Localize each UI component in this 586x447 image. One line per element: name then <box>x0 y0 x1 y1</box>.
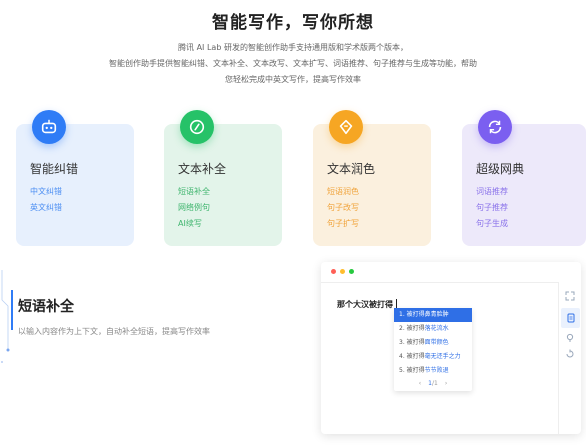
feature-link[interactable]: 词语推荐 <box>476 184 508 200</box>
demo-window: 那个大汉被打得 1. 被打得鼻青脸肿 2. 被打得落花流水 3. 被打得面带颜色… <box>321 262 581 434</box>
robot-icon <box>32 110 66 144</box>
next-page-button[interactable]: › <box>445 380 447 387</box>
feature-link[interactable]: 短语润色 <box>327 184 359 200</box>
suggestion-prefix: 被打得 <box>406 353 425 360</box>
suggestion-item[interactable]: 2. 被打得落花流水 <box>394 322 472 336</box>
side-toolbar <box>558 282 581 434</box>
suggestion-item[interactable]: 1. 被打得鼻青脸肿 <box>394 308 472 322</box>
document-icon[interactable] <box>561 308 580 328</box>
section-description: 以输入内容作为上下文，自动补全短语，提高写作效率 <box>18 327 210 336</box>
feature-link[interactable]: 中文纠错 <box>30 184 62 200</box>
feature-card-text-completion: 文本补全 短语补全 网络例句 AI续写 <box>164 110 282 246</box>
expand-icon[interactable] <box>564 290 576 302</box>
feature-link[interactable]: 句子推荐 <box>476 200 508 216</box>
page-title: 智能写作，写你所想 <box>212 13 374 33</box>
feature-link[interactable]: 句子改写 <box>327 200 359 216</box>
intro-line: 腾讯 AI Lab 研发的智能创作助手支持通用版和学术版两个版本， <box>178 43 408 52</box>
text-caret <box>396 299 397 308</box>
refresh-icon <box>478 110 512 144</box>
intro-line: 智能创作助手提供智能纠错、文本补全、文本改写、文本扩写、词语推荐、句子推荐与生成… <box>109 59 477 68</box>
edit-circle-icon <box>180 110 214 144</box>
minimize-dot <box>340 269 345 274</box>
suggestion-number: 2. <box>399 325 405 332</box>
feature-card-text-polish: 文本润色 短语润色 句子改写 句子扩写 <box>313 110 431 246</box>
intro-line: 您轻松完成中英文写作，提高写作效率 <box>225 75 361 84</box>
feature-card-title: 智能纠错 <box>30 162 79 176</box>
circuit-decoration <box>1 270 13 363</box>
bulb-icon[interactable] <box>564 332 576 344</box>
suggestion-prefix: 被打得 <box>406 311 425 318</box>
total-pages: 1 <box>434 380 438 387</box>
intro-text: 腾讯 AI Lab 研发的智能创作助手支持通用版和学术版两个版本， 智能创作助手… <box>60 40 526 88</box>
pen-diamond-icon <box>329 110 363 144</box>
suggestion-item[interactable]: 3. 被打得面带颜色 <box>394 336 472 350</box>
editor-input-text: 那个大汉被打得 <box>337 300 393 309</box>
feature-card-super-dictionary: 超级网典 词语推荐 句子推荐 句子生成 <box>462 110 586 246</box>
suggestion-number: 1. <box>399 311 405 318</box>
undo-icon[interactable] <box>564 348 576 360</box>
suggestion-popup: 1. 被打得鼻青脸肿 2. 被打得落花流水 3. 被打得面带颜色 4. 被打得毫… <box>394 308 472 391</box>
close-dot <box>331 269 336 274</box>
feature-link[interactable]: 网络例句 <box>178 200 210 216</box>
section-title: 短语补全 <box>18 299 74 315</box>
suggestion-suffix: 节节败退 <box>424 367 449 374</box>
pagination: ‹ 1/1 › <box>394 380 472 387</box>
suggestion-prefix: 被打得 <box>406 325 425 332</box>
feature-link[interactable]: 句子生成 <box>476 216 508 232</box>
feature-card-title: 文本补全 <box>178 162 227 176</box>
prev-page-button[interactable]: ‹ <box>419 380 421 387</box>
maximize-dot <box>349 269 354 274</box>
feature-card-title: 超级网典 <box>476 162 525 176</box>
feature-card-title: 文本润色 <box>327 162 376 176</box>
suggestion-item[interactable]: 5. 被打得节节败退 <box>394 364 472 378</box>
feature-link[interactable]: 英文纠错 <box>30 200 62 216</box>
feature-link[interactable]: AI续写 <box>178 216 210 232</box>
suggestion-number: 5. <box>399 367 405 374</box>
divider <box>321 282 558 283</box>
suggestion-prefix: 被打得 <box>406 367 425 374</box>
suggestion-number: 3. <box>399 339 405 346</box>
suggestion-suffix: 鼻青脸肿 <box>424 311 449 318</box>
suggestion-suffix: 毫无还手之力 <box>424 353 461 360</box>
feature-card-grammar-correction: 智能纠错 中文纠错 英文纠错 <box>16 110 134 246</box>
suggestion-number: 4. <box>399 353 405 360</box>
suggestion-prefix: 被打得 <box>406 339 425 346</box>
editor-text[interactable]: 那个大汉被打得 <box>337 299 397 310</box>
suggestion-item[interactable]: 4. 被打得毫无还手之力 <box>394 350 472 364</box>
suggestion-suffix: 落花流水 <box>424 325 449 332</box>
feature-link[interactable]: 句子扩写 <box>327 216 359 232</box>
suggestion-suffix: 面带颜色 <box>424 339 449 346</box>
feature-link[interactable]: 短语补全 <box>178 184 210 200</box>
window-controls <box>331 269 354 274</box>
